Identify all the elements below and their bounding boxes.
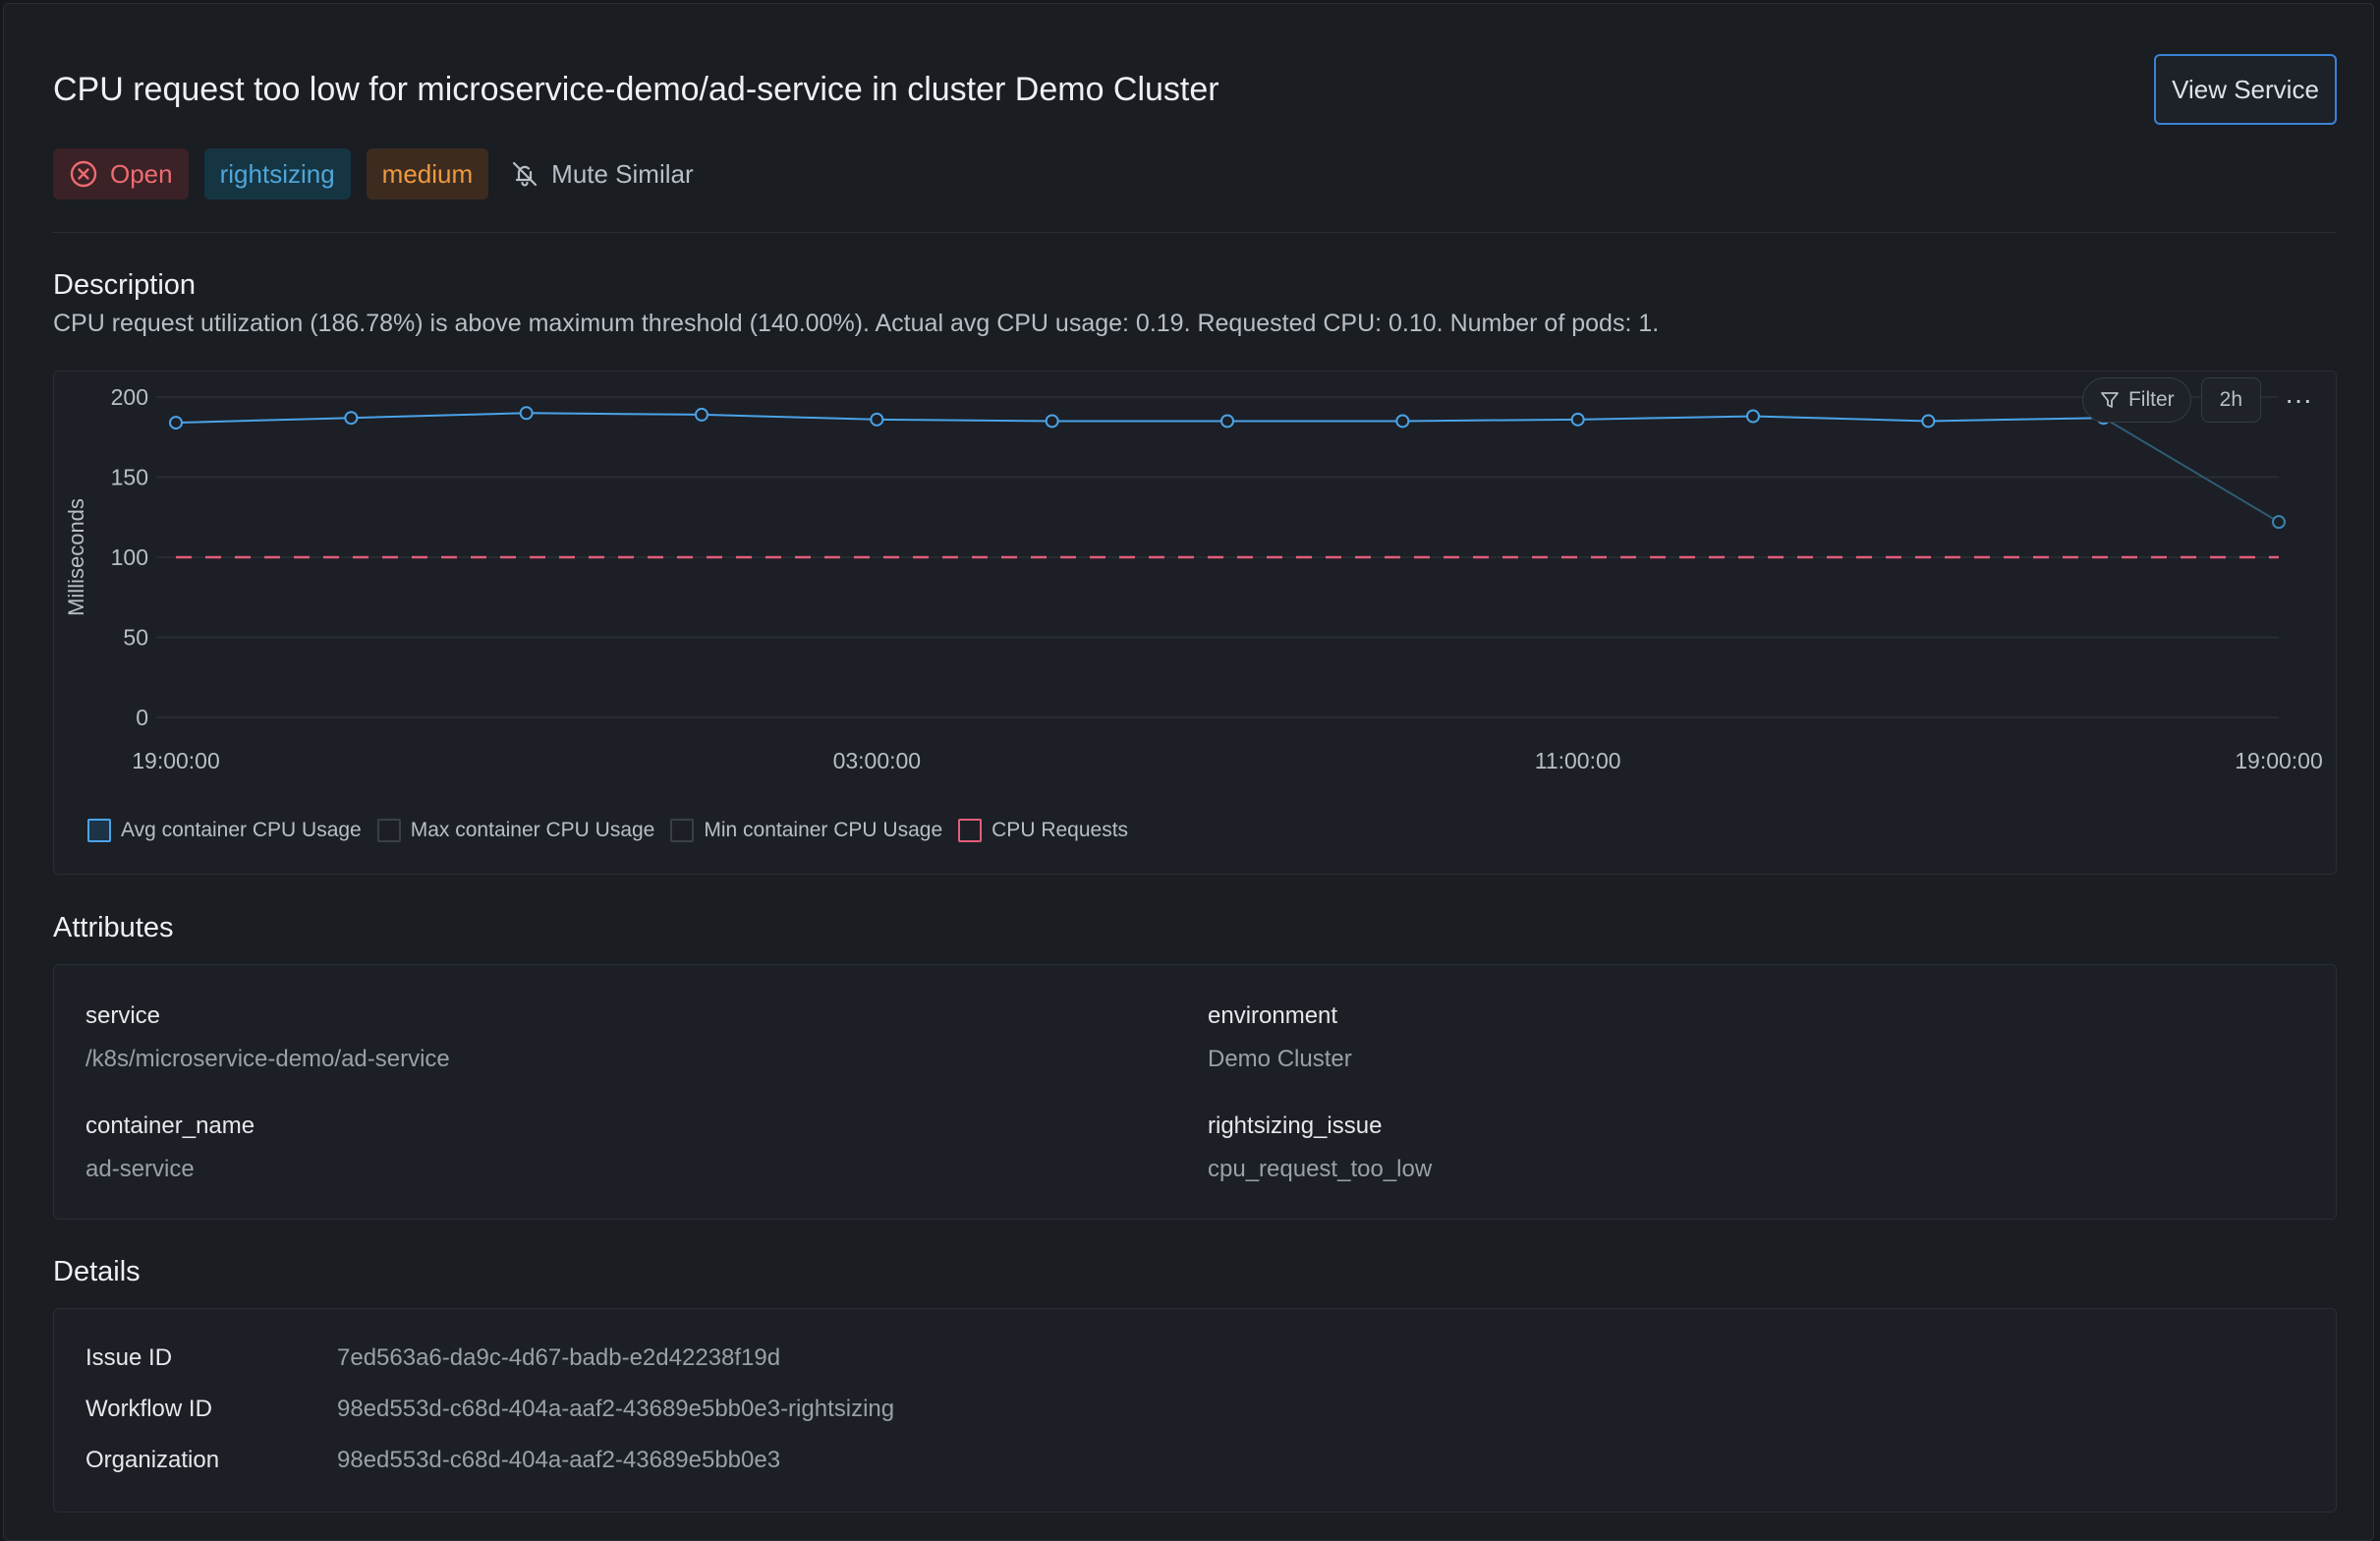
y-tick-label: 200 [111,384,148,410]
x-tick-label: 19:00:00 [2235,748,2323,773]
issue-detail-page: CPU request too low for microservice-dem… [3,3,2374,1541]
legend-item[interactable]: CPU Requests [958,819,1128,842]
more-options-icon[interactable]: ··· [2271,377,2326,423]
attributes-panel: service /k8s/microservice-demo/ad-servic… [53,964,2337,1220]
chart-filter-button[interactable]: Filter [2081,377,2191,423]
detail-label: Issue ID [85,1344,173,1371]
data-point [1045,414,1059,428]
status-badge[interactable]: Open [53,148,189,200]
description-heading: Description [53,269,197,301]
status-label: Open [110,158,173,189]
x-tick-label: 11:00:00 [1535,748,1621,773]
data-point [344,411,359,426]
data-point [1570,412,1585,427]
chart-filter-label: Filter [2127,388,2175,411]
legend-swatch [87,819,111,842]
data-point [870,412,884,427]
detail-value: 98ed553d-c68d-404a-aaf2-43689e5bb0e3 [337,1447,781,1473]
filter-icon [2101,392,2119,408]
header-divider [53,232,2337,233]
legend-label: Max container CPU Usage [410,819,655,841]
attribute-key-container-name: container_name [85,1113,255,1139]
issue-tags: Open rightsizing medium Mute Similar [53,148,694,200]
attribute-value-service: /k8s/microservice-demo/ad-service [85,1046,450,1072]
category-badge[interactable]: rightsizing [203,148,351,200]
data-point [519,406,534,421]
data-point [1921,414,1936,428]
detail-row-issue-id: Issue ID 7ed563a6-da9c-4d67-badb-e2d4223… [85,1344,780,1372]
series-line-avg-cpu [175,412,2104,425]
chart-canvas: 0 50 100 150 200 19:00:00 03:00:00 11:00:00 19:0… [64,384,2323,773]
data-point [2272,515,2286,530]
detail-label: Workflow ID [85,1396,212,1422]
mute-similar-button[interactable]: Mute Similar [504,158,694,190]
legend-label: Min container CPU Usage [704,819,943,841]
data-point [1395,414,1410,428]
severity-badge[interactable]: medium [366,148,489,200]
details-heading: Details [53,1256,141,1287]
cpu-usage-chart: 0 50 100 150 200 19:00:00 03:00:00 11:00:00 19:0… [53,371,2337,875]
attribute-value-environment: Demo Cluster [1208,1046,1352,1072]
detail-row-organization: Organization 98ed553d-c68d-404a-aaf2-436… [85,1447,780,1474]
data-point [169,416,183,430]
y-tick-label: 100 [111,544,148,570]
page-title: CPU request too low for microservice-dem… [53,71,1219,108]
data-point [695,407,708,422]
y-tick-label: 0 [136,705,148,730]
view-service-button[interactable]: View Service [2154,54,2337,125]
attribute-key-rightsizing-issue: rightsizing_issue [1208,1113,1383,1139]
attribute-value-rightsizing-issue: cpu_request_too_low [1208,1156,1433,1182]
detail-value: 7ed563a6-da9c-4d67-badb-e2d42238f19d [337,1344,781,1371]
attribute-value-container-name: ad-service [85,1156,195,1182]
y-tick-label: 50 [123,625,148,651]
details-panel: Issue ID 7ed563a6-da9c-4d67-badb-e2d4223… [53,1308,2337,1512]
attribute-key-service: service [85,1002,161,1029]
attributes-heading: Attributes [53,912,174,943]
x-tick-label: 19:00:00 [132,748,220,773]
legend-item[interactable]: Max container CPU Usage [376,819,655,842]
time-range-button[interactable]: 2h [2200,377,2262,423]
chart-legend: Avg container CPU Usage Max container CPU… [87,819,1128,842]
legend-swatch [670,819,695,842]
legend-label: CPU Requests [992,819,1129,841]
x-tick-label: 03:00:00 [833,748,922,773]
legend-label: Avg container CPU Usage [121,819,362,841]
detail-label: Organization [85,1447,220,1473]
legend-swatch [376,819,401,842]
detail-row-workflow-id: Workflow ID 98ed553d-c68d-404a-aaf2-4368… [85,1396,894,1423]
legend-swatch [958,819,983,842]
bell-off-icon [513,161,538,187]
detail-value: 98ed553d-c68d-404a-aaf2-43689e5bb0e3-rig… [337,1396,895,1422]
chart-controls: Filter 2h ··· [2081,377,2326,423]
legend-item[interactable]: Min container CPU Usage [670,819,942,842]
data-point [1746,409,1760,424]
data-point [1220,414,1234,428]
y-tick-label: 150 [111,465,148,490]
series-line-avg-cpu-tail [2103,417,2280,523]
circle-x-icon [70,160,97,188]
description-text: CPU request utilization (186.78%) is abo… [53,310,1660,337]
y-axis-label: Milliseconds [64,498,88,616]
legend-item[interactable]: Avg container CPU Usage [87,819,362,842]
attribute-key-environment: environment [1208,1002,1338,1029]
mute-similar-label: Mute Similar [551,158,694,189]
